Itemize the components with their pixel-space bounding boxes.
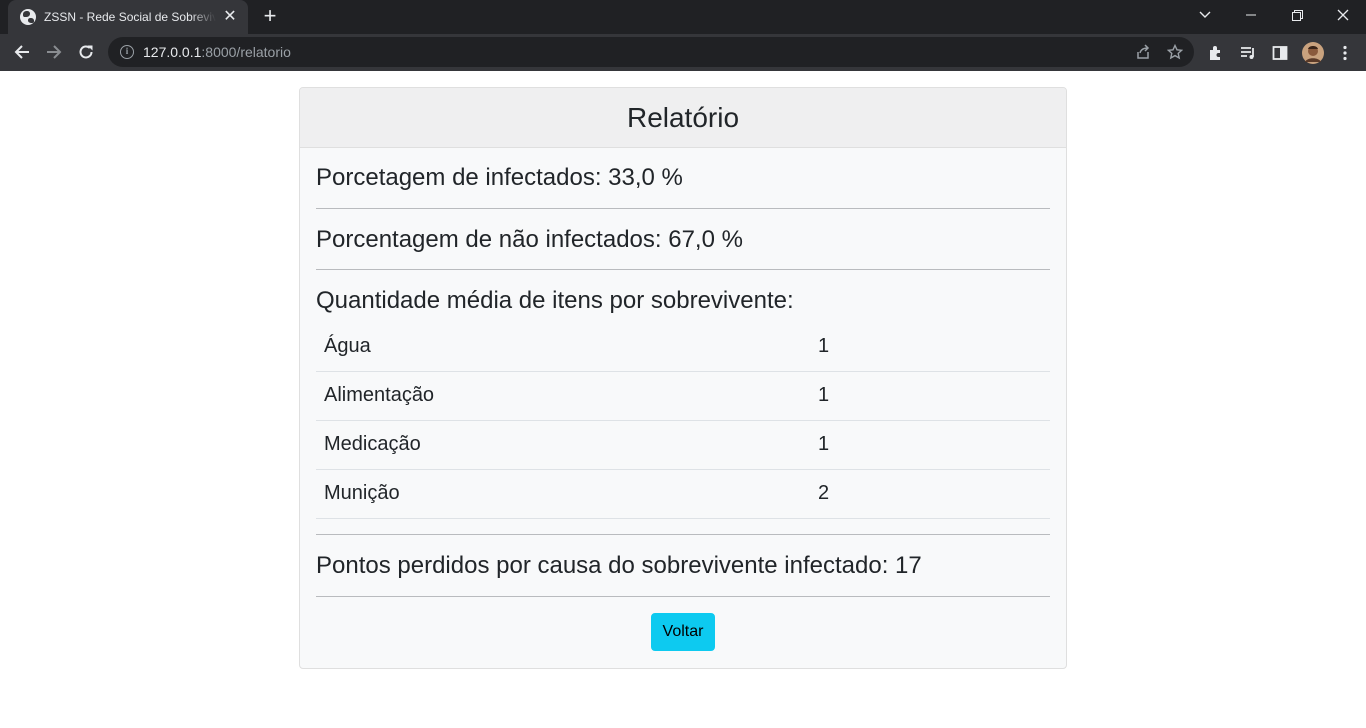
media-queue-icon[interactable]	[1239, 44, 1257, 62]
not-infected-percentage: Porcentagem de não infectados: 67,0 %	[316, 209, 1050, 270]
forward-arrow-icon[interactable]	[40, 38, 68, 66]
table-row: Alimentação 1	[316, 371, 1050, 421]
restore-icon[interactable]	[1274, 0, 1320, 30]
reload-icon[interactable]	[72, 38, 100, 66]
share-icon[interactable]	[1135, 44, 1151, 60]
item-name: Água	[316, 322, 818, 372]
tab-title: ZSSN - Rede Social de Sobreviventes	[44, 10, 216, 24]
browser-tab[interactable]: ZSSN - Rede Social de Sobreviventes ✕	[8, 0, 248, 34]
items-table: Água 1 Alimentação 1 Medicação 1 Munição…	[316, 322, 1050, 519]
browser-toolbar: i 127.0.0.1:8000/relatorio	[0, 34, 1366, 71]
items-average-heading: Quantidade média de itens por sobreviven…	[316, 287, 794, 314]
infected-percentage: Porcetagem de infectados: 33,0 %	[316, 148, 1050, 209]
tab-close-icon[interactable]: ✕	[222, 9, 238, 25]
item-name: Medicação	[316, 420, 818, 470]
item-name: Munição	[316, 469, 818, 519]
back-arrow-icon[interactable]	[8, 38, 36, 66]
profile-avatar[interactable]	[1302, 42, 1324, 64]
extensions-puzzle-icon[interactable]	[1207, 44, 1225, 62]
new-tab-button[interactable]: +	[258, 5, 282, 29]
item-quantity: 2	[818, 469, 1050, 519]
points-lost: Pontos perdidos por causa do sobrevivent…	[316, 535, 1050, 597]
minimize-icon[interactable]	[1228, 0, 1274, 30]
more-menu-icon[interactable]	[1336, 44, 1354, 62]
bookmark-star-icon[interactable]	[1166, 43, 1184, 60]
table-row: Munição 2	[316, 469, 1050, 519]
button-row: Voltar	[316, 597, 1050, 651]
url-text: 127.0.0.1:8000/relatorio	[143, 44, 291, 60]
globe-icon	[20, 9, 36, 25]
page-title: Relatório	[626, 101, 740, 133]
divider	[316, 519, 1050, 535]
card-body: Porcetagem de infectados: 33,0 % Porcent…	[300, 148, 1066, 651]
address-bar[interactable]: i 127.0.0.1:8000/relatorio	[108, 37, 1194, 67]
table-row: Água 1	[316, 322, 1050, 372]
close-window-icon[interactable]	[1320, 0, 1366, 30]
site-info-icon[interactable]: i	[120, 45, 134, 59]
back-button[interactable]: Voltar	[650, 612, 716, 651]
item-quantity: 1	[818, 371, 1050, 421]
item-quantity: 1	[818, 322, 1050, 372]
table-row: Medicação 1	[316, 420, 1050, 470]
item-name: Alimentação	[316, 371, 818, 421]
card-header: Relatório	[300, 88, 1066, 148]
item-quantity: 1	[818, 420, 1050, 470]
side-panel-icon[interactable]	[1271, 44, 1289, 62]
tab-search-chevron-icon[interactable]	[1182, 0, 1228, 30]
report-card: Relatório Porcetagem de infectados: 33,0…	[299, 87, 1067, 669]
browser-tab-strip: ZSSN - Rede Social de Sobreviventes ✕ +	[0, 0, 1366, 34]
